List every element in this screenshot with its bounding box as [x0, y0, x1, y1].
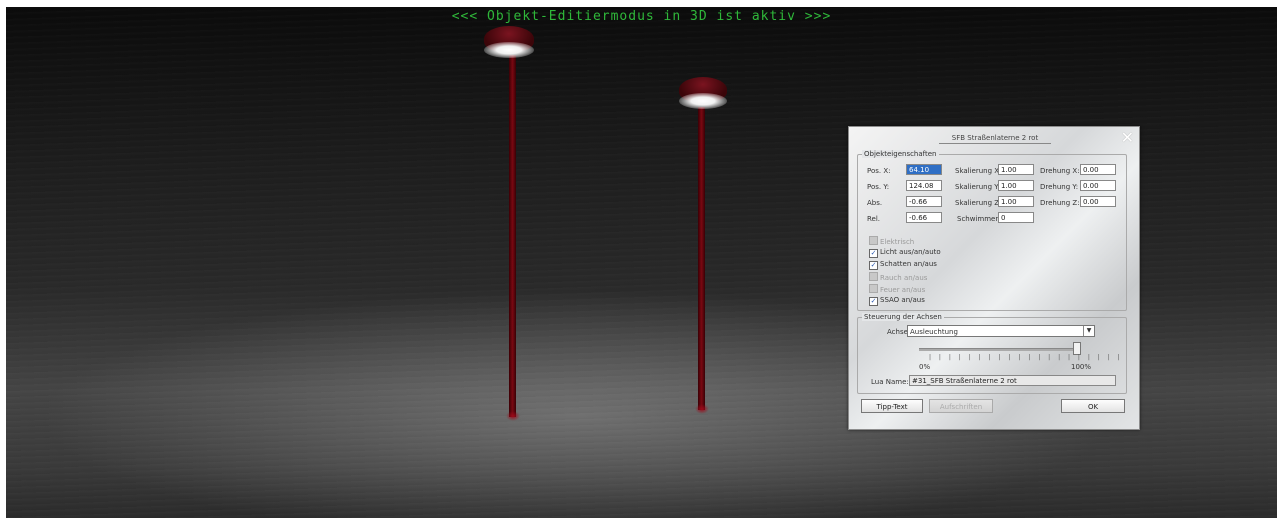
abs-field[interactable]: -0.66 [906, 196, 942, 207]
scale-x-label: Skalierung X: [955, 167, 1002, 175]
lamp-light-left [484, 42, 534, 58]
slider-max-label: 100% [1071, 363, 1092, 371]
pos-y-label: Pos. Y: [867, 183, 890, 191]
object-properties-dialog: SFB Straßenlaterne 2 rot ✕ Objekteigensc… [848, 126, 1140, 430]
group-label: Steuerung der Achsen [862, 313, 944, 321]
checkbox-shadow[interactable]: ✓ Schatten an/aus [869, 260, 937, 270]
scale-z-field[interactable]: 1.00 [998, 196, 1034, 207]
checkbox-ssao[interactable]: ✓ SSAO an/aus [869, 296, 925, 306]
checkbox-smoke: Rauch an/aus [869, 272, 927, 282]
rot-x-field[interactable]: 0.00 [1080, 164, 1116, 175]
axis-select[interactable]: Ausleuchtung ▼ [907, 325, 1095, 337]
scale-y-field[interactable]: 1.00 [998, 180, 1034, 191]
checkbox-fire: Feuer an/aus [869, 284, 925, 294]
labels-button: Aufschriften [929, 399, 993, 413]
pos-y-field[interactable]: 124.08 [906, 180, 942, 191]
rot-x-label: Drehung X: [1040, 167, 1080, 175]
checkbox-label: SSAO an/aus [880, 296, 925, 304]
scale-x-field[interactable]: 1.00 [998, 164, 1034, 175]
checkmark-icon: ✓ [869, 249, 878, 258]
float-label: Schwimmen: [957, 215, 1003, 223]
checkbox-box [869, 236, 878, 245]
chevron-down-icon[interactable]: ▼ [1083, 326, 1094, 336]
rel-label: Rel. [867, 215, 881, 223]
lamp-light-right [679, 93, 727, 109]
slider-ticks: | | | | | | | | | | | | | | | | | | | | [929, 354, 1123, 361]
lamp-base-right [695, 404, 709, 414]
lamp-base-left [506, 411, 520, 421]
checkbox-box [869, 284, 878, 293]
scale-y-label: Skalierung Y: [955, 183, 1000, 191]
checkbox-label: Rauch an/aus [880, 274, 928, 282]
checkbox-label: Licht aus/an/auto [880, 248, 941, 256]
scale-z-label: Skalierung Z: [955, 199, 1002, 207]
lamp-pole-left[interactable] [509, 55, 516, 417]
checkbox-electric: Elektrisch [869, 236, 914, 246]
checkbox-box [869, 272, 878, 281]
checkbox-label: Schatten an/aus [880, 260, 937, 268]
tip-text-button[interactable]: Tipp-Text [861, 399, 923, 413]
rot-y-label: Drehung Y: [1040, 183, 1079, 191]
checkbox-label: Elektrisch [880, 238, 915, 246]
checkbox-light[interactable]: ✓ Licht aus/an/auto [869, 248, 941, 258]
pos-x-field[interactable]: 64.10 [906, 164, 942, 175]
close-icon[interactable]: ✕ [1121, 128, 1134, 147]
group-label: Objekteigenschaften [862, 150, 939, 158]
rot-z-field[interactable]: 0.00 [1080, 196, 1116, 207]
checkmark-icon: ✓ [869, 297, 878, 306]
slider-track[interactable] [919, 348, 1079, 351]
checkbox-label: Feuer an/aus [880, 286, 926, 294]
pos-x-label: Pos. X: [867, 167, 891, 175]
lua-name-field: #31_SFB Straßenlaterne 2 rot [909, 375, 1116, 386]
dialog-title: SFB Straßenlaterne 2 rot [939, 134, 1051, 144]
abs-label: Abs. [867, 199, 883, 207]
axis-select-value: Ausleuchtung [910, 328, 958, 336]
slider-min-label: 0% [919, 363, 931, 371]
rot-z-label: Drehung Z: [1040, 199, 1080, 207]
edit-mode-banner: <<< Objekt-Editiermodus in 3D ist aktiv … [451, 9, 832, 24]
lamp-pole-right[interactable] [698, 107, 705, 410]
rel-field[interactable]: -0.66 [906, 212, 942, 223]
rot-y-field[interactable]: 0.00 [1080, 180, 1116, 191]
ok-button[interactable]: OK [1061, 399, 1125, 413]
float-field[interactable]: 0 [998, 212, 1034, 223]
lua-name-label: Lua Name: [871, 378, 909, 386]
checkmark-icon: ✓ [869, 261, 878, 270]
